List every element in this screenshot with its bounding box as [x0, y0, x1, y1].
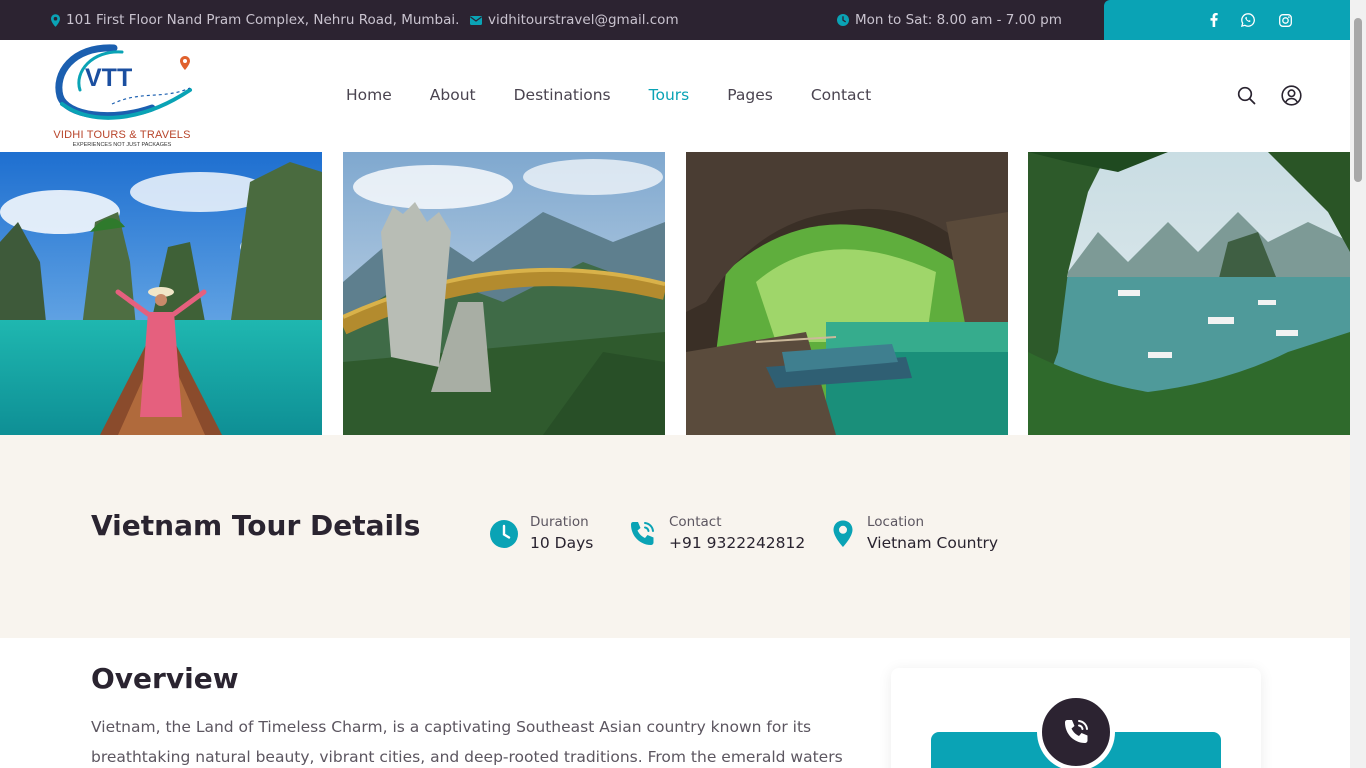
contact-card — [891, 668, 1261, 768]
gallery-photo-3[interactable] — [686, 152, 1008, 435]
search-icon[interactable] — [1234, 83, 1258, 107]
nav-contact[interactable]: Contact — [811, 86, 871, 104]
nav-about[interactable]: About — [430, 86, 476, 104]
overview-title: Overview — [91, 662, 239, 695]
location-label: Location — [867, 514, 925, 530]
topbar-address: 101 First Floor Nand Pram Complex, Nehru… — [51, 0, 459, 40]
location-info: Location Vietnam Country — [828, 514, 1008, 564]
duration-info: Duration 10 Days — [489, 514, 599, 564]
logo-pin-icon — [180, 56, 190, 70]
clock-icon — [490, 520, 518, 548]
topbar-email[interactable]: vidhitourstravel@gmail.com — [470, 0, 679, 40]
top-info-bar: 101 First Floor Nand Pram Complex, Nehru… — [0, 0, 1366, 40]
user-icon[interactable] — [1279, 83, 1303, 107]
nav-home[interactable]: Home — [346, 86, 392, 104]
contact-label: Contact — [669, 514, 722, 530]
contact-value[interactable]: +91 9322242812 — [669, 534, 805, 552]
location-value: Vietnam Country — [867, 534, 999, 552]
location-pin-icon — [833, 520, 853, 547]
tour-photo-gallery — [0, 152, 1350, 435]
clock-icon — [837, 14, 849, 26]
overview-text: Vietnam, the Land of Timeless Charm, is … — [91, 718, 843, 766]
phone-call-icon — [631, 522, 654, 545]
contact-info: Contact +91 9322242812 — [627, 514, 805, 564]
instagram-icon[interactable] — [1274, 0, 1296, 40]
mail-icon — [470, 15, 482, 25]
map-pin-icon — [51, 13, 60, 27]
hours-text: Mon to Sat: 8.00 am - 7.00 pm — [855, 12, 1062, 28]
email-link[interactable]: vidhitourstravel@gmail.com — [488, 12, 679, 28]
tour-details-title: Vietnam Tour Details — [91, 509, 421, 542]
facebook-icon[interactable] — [1203, 0, 1225, 40]
topbar-hours: Mon to Sat: 8.00 am - 7.00 pm — [837, 0, 1062, 40]
page-scrollbar[interactable] — [1350, 0, 1366, 768]
nav-tours[interactable]: Tours — [649, 86, 690, 104]
logo-mark-text: VTT — [85, 64, 132, 92]
logo-company-name: VIDHI TOURS & TRAVELS — [53, 129, 191, 141]
call-button[interactable] — [1037, 693, 1115, 768]
address-text: 101 First Floor Nand Pram Complex, Nehru… — [66, 12, 460, 28]
scrollbar-thumb[interactable] — [1354, 18, 1362, 182]
duration-value: 10 Days — [530, 534, 594, 552]
whatsapp-icon[interactable] — [1237, 0, 1259, 40]
topbar-social-panel — [1104, 0, 1350, 40]
duration-label: Duration — [530, 514, 589, 530]
vtt-logo-mark: VTT — [55, 44, 192, 120]
main-nav: Home About Destinations Tours Pages Cont… — [346, 76, 909, 114]
gallery-photo-4[interactable] — [1028, 152, 1350, 435]
gallery-photo-1[interactable] — [0, 152, 322, 435]
logo-tagline: EXPERIENCES NOT JUST PACKAGES — [72, 142, 172, 148]
phone-call-icon — [1065, 720, 1088, 743]
nav-destinations[interactable]: Destinations — [514, 86, 611, 104]
nav-pages[interactable]: Pages — [727, 86, 773, 104]
tour-details-band: Vietnam Tour Details Duration 10 Days Co… — [0, 435, 1350, 638]
site-logo[interactable]: VTT VIDHI TOURS & TRAVELS EXPERIENCES NO… — [52, 44, 197, 150]
gallery-photo-2[interactable] — [343, 152, 665, 435]
